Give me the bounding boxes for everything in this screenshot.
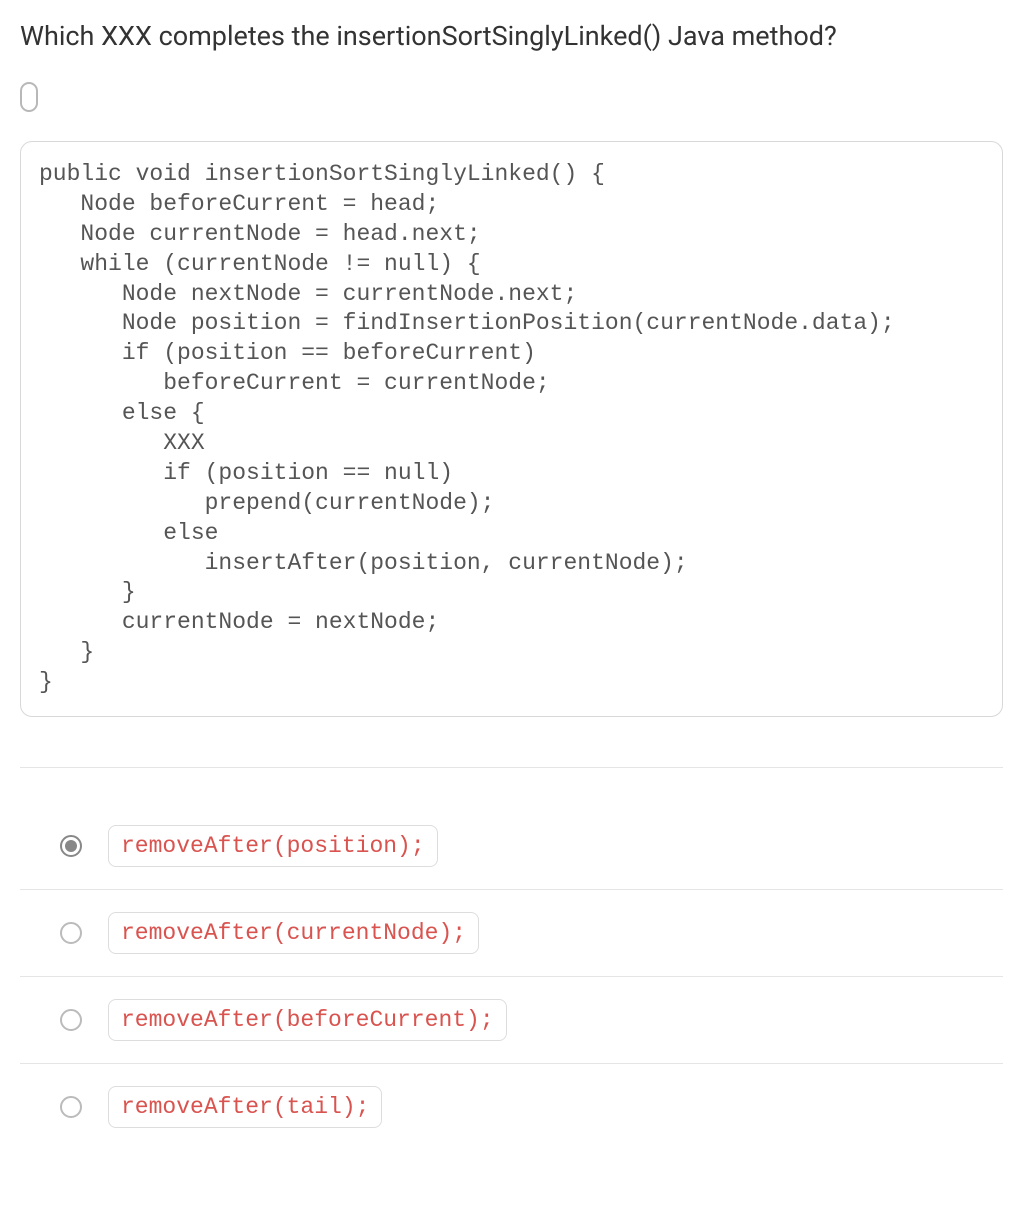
option-row-2[interactable]: removeAfter(beforeCurrent); [20, 977, 1003, 1064]
option-label-1[interactable]: removeAfter(currentNode); [108, 912, 479, 954]
question-title: Which XXX completes the insertionSortSin… [20, 20, 1003, 52]
code-block: public void insertionSortSinglyLinked() … [20, 141, 1003, 717]
option-row-0[interactable]: removeAfter(position); [20, 803, 1003, 890]
radio-2[interactable] [60, 1009, 82, 1031]
option-label-3[interactable]: removeAfter(tail); [108, 1086, 382, 1128]
option-label-0[interactable]: removeAfter(position); [108, 825, 438, 867]
radio-1[interactable] [60, 922, 82, 944]
option-row-1[interactable]: removeAfter(currentNode); [20, 890, 1003, 977]
radio-3[interactable] [60, 1096, 82, 1118]
divider [20, 767, 1003, 768]
options-list: removeAfter(position); removeAfter(curre… [20, 803, 1003, 1150]
option-label-2[interactable]: removeAfter(beforeCurrent); [108, 999, 507, 1041]
tag-icon [20, 82, 38, 112]
option-row-3[interactable]: removeAfter(tail); [20, 1064, 1003, 1150]
radio-0[interactable] [60, 835, 82, 857]
